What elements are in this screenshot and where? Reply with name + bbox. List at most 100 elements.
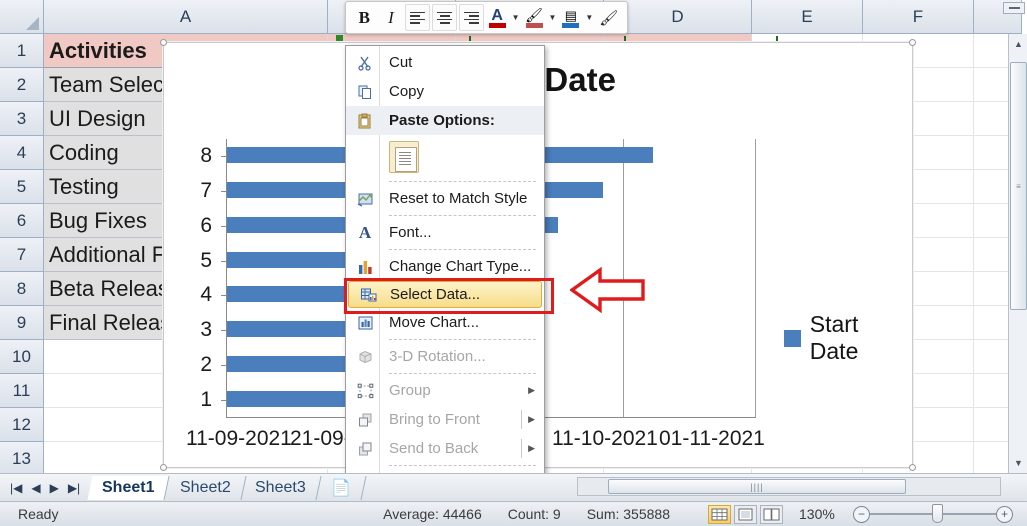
y-tick-label: 3 — [200, 318, 212, 342]
scissors-icon — [351, 51, 379, 75]
zoom-slider-thumb[interactable] — [932, 504, 943, 524]
vertical-scroll-thumb[interactable]: ≡ — [1010, 62, 1027, 310]
menu-item-group: Group ▶ — [346, 376, 544, 405]
menu-item-cut[interactable]: Cut — [346, 48, 544, 77]
submenu-divider — [521, 410, 522, 429]
chart-resize-handle[interactable] — [909, 464, 916, 471]
align-right-button[interactable] — [458, 4, 484, 31]
paste-keep-formatting-icon[interactable] — [389, 141, 419, 173]
align-left-button[interactable] — [405, 4, 431, 31]
row-header-5[interactable]: 5 — [0, 170, 44, 204]
row-header-7[interactable]: 7 — [0, 238, 44, 272]
font-color-dropdown-icon[interactable]: ▼ — [511, 13, 521, 22]
y-tick-label: 1 — [200, 387, 212, 411]
last-sheet-icon[interactable]: ▶| — [68, 481, 80, 495]
page-break-view-button[interactable] — [760, 504, 783, 524]
sheet-tab-sheet2[interactable]: Sheet2 — [165, 475, 246, 500]
selection-handle — [336, 35, 343, 42]
horizontal-scroll-thumb[interactable]: |||| — [608, 479, 906, 494]
y-tick-label: 2 — [200, 352, 212, 376]
sheet-navigation-buttons: |◀ ◀ ▶ ▶| — [0, 481, 90, 495]
scroll-down-icon[interactable]: ▼ — [1009, 453, 1027, 473]
menu-item-copy[interactable]: Copy — [346, 77, 544, 106]
row-header-3[interactable]: 3 — [0, 102, 44, 136]
fill-color-icon: 🖌 — [525, 6, 543, 23]
submenu-arrow-icon: ▶ — [528, 414, 535, 424]
menu-item-select-data[interactable]: Select Data... — [344, 278, 554, 314]
font-color-button[interactable]: A — [486, 4, 509, 31]
chart-resize-handle[interactable] — [160, 464, 167, 471]
copy-icon — [351, 80, 379, 104]
row-header-10[interactable]: 10 — [0, 340, 44, 374]
fill-color-button[interactable]: 🖌 — [523, 4, 546, 31]
fill-color-dropdown-icon[interactable]: ▼ — [547, 13, 557, 22]
scroll-up-icon[interactable]: ▲ — [1009, 34, 1027, 54]
row-header-9[interactable]: 9 — [0, 306, 44, 340]
row-header-8[interactable]: 8 — [0, 272, 44, 306]
y-tick-label: 7 — [200, 179, 212, 203]
column-header-a[interactable]: A — [44, 0, 328, 34]
menu-item-label: Change Chart Type... — [389, 258, 532, 275]
font-color-icon: A — [491, 6, 503, 24]
y-tick-label: 6 — [200, 213, 212, 237]
format-painter-button[interactable]: 🖌 — [596, 4, 621, 31]
border-button[interactable]: ▤ — [560, 4, 583, 31]
first-sheet-icon[interactable]: |◀ — [10, 481, 22, 495]
menu-item-font[interactable]: A Font... — [346, 218, 544, 247]
legend-swatch-icon — [784, 329, 801, 347]
insert-worksheet-button[interactable]: 📄 — [316, 475, 367, 500]
sheet-tab-sheet1[interactable]: Sheet1 — [87, 475, 171, 500]
sheet-tab-label: Sheet2 — [179, 478, 231, 496]
row-header-2[interactable]: 2 — [0, 68, 44, 102]
menu-item-label: Send to Back — [389, 440, 479, 457]
menu-item-3d-rotation: 3-D Rotation... — [346, 342, 544, 371]
menu-item-change-chart-type[interactable]: Change Chart Type... — [346, 252, 544, 281]
row-header-6[interactable]: 6 — [0, 204, 44, 238]
zoom-slider-track[interactable] — [870, 504, 996, 524]
zoom-slider[interactable]: − + — [853, 504, 1013, 524]
font-icon: A — [358, 222, 372, 242]
column-header-e[interactable]: E — [752, 0, 863, 34]
next-sheet-icon[interactable]: ▶ — [50, 481, 59, 495]
border-dropdown-icon[interactable]: ▼ — [584, 13, 594, 22]
select-all-corner[interactable] — [0, 0, 44, 34]
minimize-window-button[interactable] — [1003, 2, 1025, 14]
column-header-f[interactable]: F — [863, 0, 974, 34]
chart-legend[interactable]: Start Date — [784, 311, 912, 365]
row-header-4[interactable]: 4 — [0, 136, 44, 170]
y-tick-label: 8 — [200, 144, 212, 168]
menu-separator — [389, 181, 536, 182]
insert-worksheet-icon: 📄 — [331, 479, 352, 497]
zoom-level-label[interactable]: 130% — [799, 506, 851, 522]
menu-separator — [389, 215, 536, 216]
zoom-in-button[interactable]: + — [996, 505, 1013, 523]
zoom-out-button[interactable]: − — [853, 505, 870, 523]
x-tick-label: 11-09-2021 — [186, 427, 292, 450]
status-count[interactable]: Count: 9 — [508, 506, 561, 522]
row-header-11[interactable]: 11 — [0, 374, 44, 408]
status-sum[interactable]: Sum: 355888 — [587, 506, 670, 522]
normal-view-button[interactable] — [708, 504, 731, 524]
sheet-tab-sheet3[interactable]: Sheet3 — [240, 475, 322, 500]
bold-button[interactable]: B — [352, 4, 377, 31]
chart-resize-handle[interactable] — [160, 39, 167, 46]
horizontal-scrollbar[interactable]: |||| — [577, 477, 1001, 496]
menu-item-move-chart[interactable]: Move Chart... — [346, 308, 544, 337]
menu-item-label: Font... — [389, 224, 432, 241]
y-tick-label: 4 — [200, 283, 212, 307]
row-header-12[interactable]: 12 — [0, 408, 44, 442]
italic-label: I — [388, 7, 394, 27]
previous-sheet-icon[interactable]: ◀ — [31, 481, 40, 495]
row-header-1[interactable]: 1 — [0, 34, 44, 68]
menu-item-label: Move Chart... — [389, 314, 480, 331]
chart-resize-handle[interactable] — [909, 39, 916, 46]
align-center-button[interactable] — [432, 4, 457, 31]
menu-item-send-to-back: Send to Back ▶ — [346, 434, 544, 463]
page-layout-view-button[interactable] — [734, 504, 757, 524]
italic-button[interactable]: I — [379, 4, 404, 31]
vertical-scrollbar[interactable]: ▲ ≡ ▼ — [1008, 34, 1027, 473]
status-average[interactable]: Average: 44466 — [383, 506, 482, 522]
row-header-13[interactable]: 13 — [0, 442, 44, 476]
border-color-swatch — [562, 22, 580, 28]
menu-item-reset-to-match-style[interactable]: Reset to Match Style — [346, 184, 544, 213]
